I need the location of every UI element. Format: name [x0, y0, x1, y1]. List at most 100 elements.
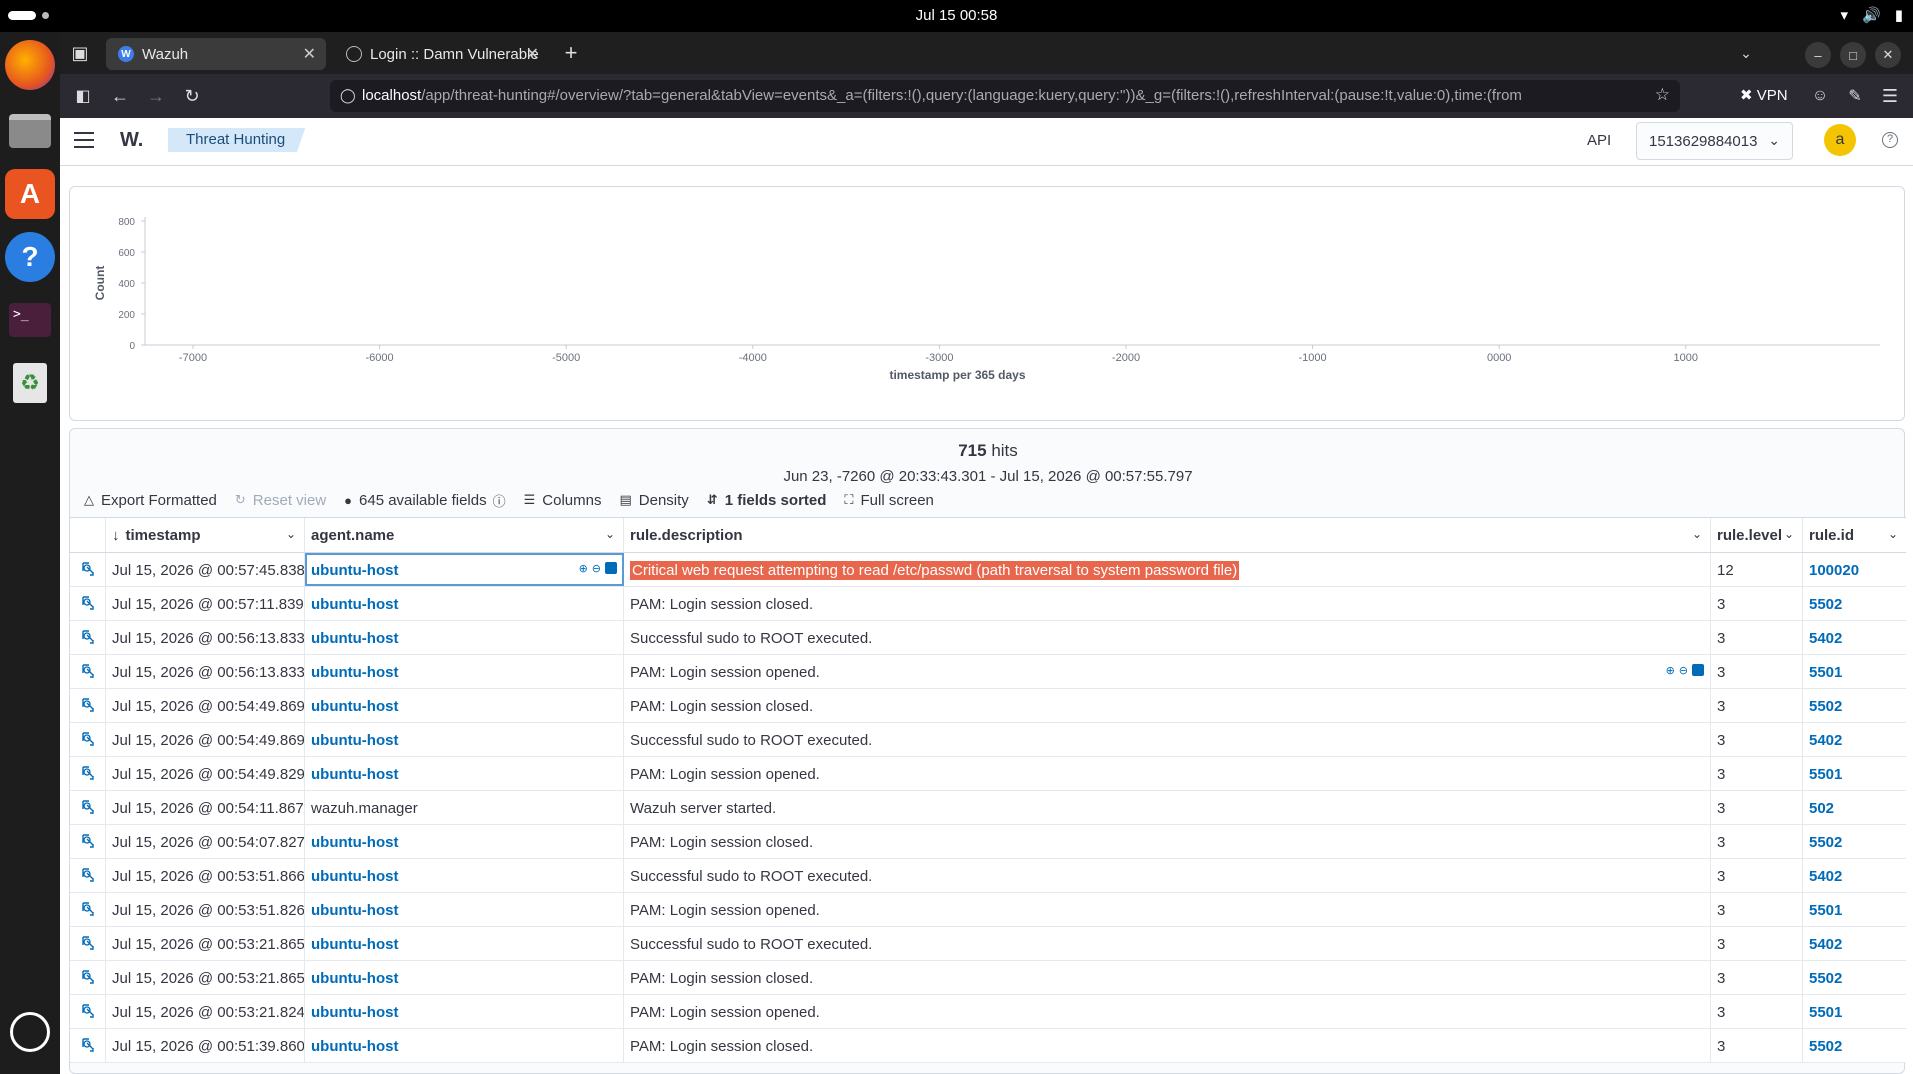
api-selector[interactable]: 1513629884013 ⌄	[1636, 122, 1793, 160]
cell-rule-id[interactable]: 5501	[1803, 995, 1906, 1028]
chevron-down-icon[interactable]: ⌄	[1784, 527, 1794, 541]
cell-rule-level[interactable]: 3	[1711, 791, 1803, 824]
rule-id-link[interactable]: 5402	[1809, 732, 1842, 749]
cell-rule-id[interactable]: 5402	[1803, 927, 1906, 960]
cell-rule-description[interactable]: PAM: Login session closed.	[624, 825, 1711, 858]
table-row[interactable]: Jul 15, 2026 @ 00:57:11.839 ubuntu-host …	[70, 587, 1906, 621]
close-icon[interactable]: ✕	[526, 44, 539, 64]
density-button[interactable]: ▤ Density	[619, 492, 688, 509]
header-rule-description[interactable]: rule.description ⌄	[624, 518, 1711, 552]
cell-rule-level[interactable]: 3	[1711, 893, 1803, 926]
rule-id-link[interactable]: 5501	[1809, 664, 1842, 681]
rule-id-link[interactable]: 5502	[1809, 698, 1842, 715]
cell-agent-name[interactable]: ubuntu-host	[305, 723, 624, 756]
table-row[interactable]: Jul 15, 2026 @ 00:54:07.827 ubuntu-host …	[70, 825, 1906, 859]
inspect-document-icon[interactable]	[80, 765, 96, 781]
agent-link[interactable]: ubuntu-host	[311, 970, 398, 987]
cell-rule-description[interactable]: Wazuh server started.	[624, 791, 1711, 824]
agent-link[interactable]: ubuntu-host	[311, 630, 398, 647]
sidebar-toggle-icon[interactable]: ◧	[73, 86, 93, 106]
table-row[interactable]: Jul 15, 2026 @ 00:53:21.824 ubuntu-host …	[70, 995, 1906, 1029]
cell-timestamp[interactable]: Jul 15, 2026 @ 00:54:49.869	[106, 723, 305, 756]
rule-id-link[interactable]: 5502	[1809, 970, 1842, 987]
expand-cell[interactable]	[70, 927, 106, 960]
agent-link[interactable]: ubuntu-host	[311, 1038, 398, 1055]
cell-rule-level[interactable]: 3	[1711, 689, 1803, 722]
table-row[interactable]: Jul 15, 2026 @ 00:57:45.838 ubuntu-host ⊕…	[70, 553, 1906, 587]
export-formatted-button[interactable]: △ Export Formatted	[84, 492, 217, 509]
wazuh-logo[interactable]: W.	[120, 129, 143, 152]
filter-in-icon[interactable]: ⊕	[579, 562, 588, 575]
cell-rule-description[interactable]: Critical web request attempting to read …	[624, 553, 1711, 586]
cell-rule-level[interactable]: 12	[1711, 553, 1803, 586]
cell-rule-id[interactable]: 5502	[1803, 825, 1906, 858]
cell-rule-description[interactable]: PAM: Login session opened.	[624, 757, 1711, 790]
cell-rule-id[interactable]: 5501	[1803, 655, 1906, 688]
table-row[interactable]: Jul 15, 2026 @ 00:54:49.869 ubuntu-host …	[70, 689, 1906, 723]
cell-agent-name[interactable]: ubuntu-host	[305, 927, 624, 960]
cell-timestamp[interactable]: Jul 15, 2026 @ 00:53:51.826	[106, 893, 305, 926]
cell-rule-level[interactable]: 3	[1711, 757, 1803, 790]
cell-timestamp[interactable]: Jul 15, 2026 @ 00:57:45.838	[106, 553, 305, 586]
cell-timestamp[interactable]: Jul 15, 2026 @ 00:56:13.833	[106, 655, 305, 688]
expand-cell[interactable]	[70, 791, 106, 824]
table-row[interactable]: Jul 15, 2026 @ 00:56:13.833 ubuntu-host …	[70, 621, 1906, 655]
cell-rule-level[interactable]: 3	[1711, 961, 1803, 994]
expand-cell[interactable]	[70, 1029, 106, 1062]
inspect-document-icon[interactable]	[80, 1037, 96, 1053]
app-menu-icon[interactable]: ☰	[1880, 86, 1900, 106]
system-tray[interactable]: ▾ 🔊 ▮	[1841, 6, 1903, 24]
app-center-icon[interactable]: A	[5, 169, 55, 219]
cell-rule-level[interactable]: 3	[1711, 1029, 1803, 1062]
inspect-document-icon[interactable]	[80, 1003, 96, 1019]
chevron-down-icon[interactable]: ⌄	[1888, 527, 1898, 541]
tab-wazuh[interactable]: W Wazuh ✕	[106, 38, 326, 70]
trash-icon[interactable]: ♻	[5, 358, 55, 408]
hamburger-menu-icon[interactable]	[74, 132, 94, 148]
agent-link[interactable]: ubuntu-host	[311, 664, 398, 681]
rule-id-link[interactable]: 502	[1809, 800, 1834, 817]
expand-cell[interactable]	[70, 621, 106, 654]
rule-id-link[interactable]: 5502	[1809, 834, 1842, 851]
tab-overview-icon[interactable]: ▣	[70, 43, 90, 63]
expand-cell[interactable]	[70, 689, 106, 722]
filter-out-icon[interactable]: ⊖	[592, 562, 601, 575]
cell-timestamp[interactable]: Jul 15, 2026 @ 00:53:51.866	[106, 859, 305, 892]
inspect-document-icon[interactable]	[80, 697, 96, 713]
cell-rule-level[interactable]: 3	[1711, 995, 1803, 1028]
cell-rule-id[interactable]: 5501	[1803, 893, 1906, 926]
cell-rule-level[interactable]: 3	[1711, 859, 1803, 892]
rule-id-link[interactable]: 5502	[1809, 1038, 1842, 1055]
cell-rule-level[interactable]: 3	[1711, 587, 1803, 620]
table-row[interactable]: Jul 15, 2026 @ 00:53:51.826 ubuntu-host …	[70, 893, 1906, 927]
cell-rule-description[interactable]: PAM: Login session opened. ⊕ ⊖	[624, 655, 1711, 688]
close-icon[interactable]: ✕	[303, 44, 316, 64]
inspect-document-icon[interactable]	[80, 969, 96, 985]
inspect-document-icon[interactable]	[80, 867, 96, 883]
url-bar[interactable]: ◯ localhost/app/threat-hunting#/overview…	[330, 80, 1680, 112]
header-rule-id[interactable]: rule.id ⌄	[1803, 518, 1906, 552]
cell-rule-id[interactable]: 5502	[1803, 689, 1906, 722]
cell-agent-name[interactable]: ubuntu-host	[305, 995, 624, 1028]
cell-rule-id[interactable]: 5402	[1803, 859, 1906, 892]
account-icon[interactable]: ☺	[1810, 86, 1830, 106]
rule-id-link[interactable]: 5501	[1809, 766, 1842, 783]
agent-link[interactable]: ubuntu-host	[311, 766, 398, 783]
cell-timestamp[interactable]: Jul 15, 2026 @ 00:53:21.865	[106, 927, 305, 960]
cell-timestamp[interactable]: Jul 15, 2026 @ 00:54:07.827	[106, 825, 305, 858]
expand-cell[interactable]	[70, 893, 106, 926]
cell-rule-description[interactable]: Successful sudo to ROOT executed.	[624, 723, 1711, 756]
url-text[interactable]: localhost/app/threat-hunting#/overview/?…	[362, 87, 1647, 107]
expand-cell[interactable]	[70, 553, 106, 586]
columns-button[interactable]: ☰ Columns	[524, 492, 602, 509]
cell-agent-name[interactable]: ubuntu-host	[305, 1029, 624, 1062]
expand-cell-icon[interactable]	[605, 562, 617, 574]
cell-rule-level[interactable]: 3	[1711, 825, 1803, 858]
cell-rule-id[interactable]: 5402	[1803, 723, 1906, 756]
expand-cell[interactable]	[70, 825, 106, 858]
files-icon[interactable]	[5, 106, 55, 156]
sort-fields-button[interactable]: ⇵ 1 fields sorted	[707, 492, 827, 509]
rule-id-link[interactable]: 5402	[1809, 868, 1842, 885]
expand-cell[interactable]	[70, 995, 106, 1028]
expand-cell-icon[interactable]	[1692, 664, 1704, 676]
